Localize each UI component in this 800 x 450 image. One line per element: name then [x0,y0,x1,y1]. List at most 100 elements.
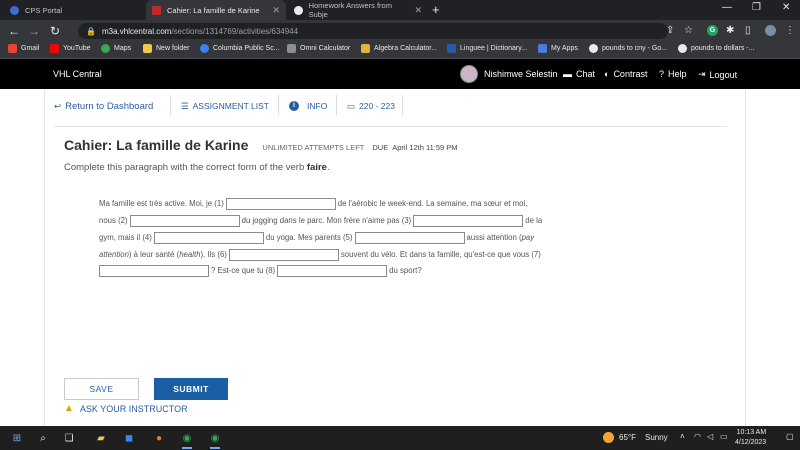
vhl-brand[interactable]: VHL Central [53,69,102,79]
chat-link[interactable]: ▬ Chat [563,69,595,79]
subnav-divider [402,95,403,115]
save-button[interactable]: SAVE [64,378,139,400]
bookmark-pounds-dollars[interactable]: pounds to dollars -... [678,44,754,53]
pages-label: 220 - 223 [359,101,395,111]
sidebar-toggle-icon[interactable]: ▯ [745,25,751,36]
answer-input-3[interactable] [413,214,524,227]
bookmark-my-apps[interactable]: My Apps [538,44,578,53]
weather-widget[interactable]: 65°F Sunny [603,432,668,443]
bookmark-linguee[interactable]: Linguee | Dictionary... [447,44,527,53]
paragraph-text: du sport? [389,266,422,275]
return-arrow-icon: ↩ [54,100,62,111]
instructions-verb: faire [306,162,327,173]
wifi-icon[interactable]: ◠ [694,432,701,441]
close-tab-icon[interactable]: ✕ [414,5,422,16]
paragraph-italic: pay [521,233,535,242]
notification-icon[interactable]: ▢ [786,432,794,441]
system-clock[interactable]: 10:13 AM 4/12/2023 [735,428,766,448]
bookmark-youtube[interactable]: YouTube [50,44,91,53]
forward-icon[interactable]: → [28,24,40,38]
chat-icon: ▬ [563,69,572,79]
assignment-list-link[interactable]: ☰ ASSIGNMENT LIST [181,99,269,113]
answer-input-8[interactable] [277,264,388,277]
bookmark-new-folder[interactable]: New folder [143,44,189,53]
paragraph-text: ? Est-ce que tu (8) [211,266,276,275]
volume-icon[interactable]: ◁ [707,432,713,441]
answer-input-4[interactable] [153,231,264,244]
answer-input-5[interactable] [354,231,465,244]
help-link[interactable]: ? Help [659,69,687,79]
vhl-favicon-icon [152,5,161,15]
contrast-link[interactable]: ◐ Contrast [604,69,647,79]
chrome-icon[interactable]: ◉ [180,431,194,449]
info-link[interactable]: i INFO [289,99,327,113]
close-tab-icon[interactable]: ✕ [272,5,280,16]
answer-input-2[interactable] [129,214,240,227]
tab-cps-portal[interactable]: CPS Portal [4,0,144,20]
bookmark-gmail[interactable]: Gmail [8,44,39,53]
book-icon: ▭ [347,100,356,111]
ask-instructor-link[interactable]: ▲ ASK YOUR INSTRUCTOR [64,403,188,414]
answer-input-7[interactable] [99,264,209,277]
info-icon: i [289,101,299,111]
bookmarks-bar: Gmail YouTube Maps New folder Columbia P… [0,42,800,59]
maps-icon [101,44,110,53]
close-window-icon[interactable]: ✕ [782,2,790,13]
battery-icon[interactable]: ▭ [720,432,728,441]
restore-icon[interactable]: ❐ [752,2,761,13]
contrast-label: Contrast [613,69,648,79]
bookmark-columbia[interactable]: Columbia Public Sc... [200,44,280,53]
help-label: Help [668,69,687,79]
user-avatar [460,65,478,83]
chrome-profile-icon[interactable]: ◉ [208,431,222,449]
paragraph-line-3: gym, mais il (4) du yoga. Mes parents (5)… [99,229,569,246]
tab-homework-answers[interactable]: Homework Answers from Subje ✕ [288,0,428,20]
bookmark-algebra[interactable]: Algebra Calculator... [361,44,437,53]
grammarly-extension-icon[interactable]: G [707,25,718,36]
tab-cahier[interactable]: Cahier: La famille de Karine ✕ [146,0,286,20]
bookmark-omni[interactable]: Omni Calculator [287,44,350,53]
apps-icon [538,44,547,53]
bookmark-pounds-cny[interactable]: pounds to cny - Go... [589,44,667,53]
back-icon[interactable]: ← [8,24,20,38]
reload-icon[interactable]: ↻ [50,24,60,38]
answer-input-1[interactable] [225,197,336,210]
bookmark-star-icon[interactable]: ☆ [684,25,693,36]
bookmark-label: pounds to cny - Go... [602,45,667,52]
help-icon: ? [659,69,665,79]
task-view-icon[interactable]: ❏ [62,431,76,445]
tray-chevron-icon[interactable]: ˄ [680,432,685,441]
cps-favicon-icon [10,5,19,15]
bookmark-label: Columbia Public Sc... [213,45,280,52]
file-explorer-icon[interactable]: ▰ [94,431,108,445]
user-menu[interactable]: Nishimwe Selestin [460,65,558,83]
bookmark-maps[interactable]: Maps [101,44,131,53]
new-tab-icon[interactable]: + [432,2,440,17]
calculator-icon [287,44,296,53]
tab-label: Cahier: La famille de Karine [167,5,260,15]
browser-menu-icon[interactable]: ⋮ [785,25,795,36]
paragraph-text: nous (2) [99,216,128,225]
bookmark-label: YouTube [63,45,91,52]
windows-start-icon[interactable]: ⊞ [10,431,24,445]
clock-date: 4/12/2023 [735,439,767,446]
header-divider [54,126,727,127]
linguee-icon [447,44,456,53]
minimize-icon[interactable]: — [722,2,732,13]
pages-link[interactable]: ▭ 220 - 223 [347,99,395,113]
tab-label: CPS Portal [25,5,63,15]
address-bar[interactable]: 🔒 m3a.vhlcentral.com/sections/1314769/ac… [78,23,668,39]
outlook-icon[interactable]: ◼ [122,431,136,445]
firefox-icon[interactable]: ● [152,431,166,445]
bookmark-label: New folder [156,45,190,52]
share-icon[interactable]: ⇪ [666,25,674,36]
return-to-dashboard-link[interactable]: ↩ Return to Dashboard [54,99,153,113]
search-icon[interactable]: ⌕ [36,431,50,445]
paragraph-text: aussi attention ( [466,233,522,242]
logout-link[interactable]: ⇥ Logout [698,69,737,80]
profile-avatar-icon[interactable] [765,25,776,36]
extensions-puzzle-icon[interactable]: ✱ [726,25,734,36]
paragraph-line-4: attention) à leur santé (health). Ils (6… [99,246,569,263]
submit-button[interactable]: SUBMIT [154,378,228,400]
answer-input-6[interactable] [228,248,339,261]
